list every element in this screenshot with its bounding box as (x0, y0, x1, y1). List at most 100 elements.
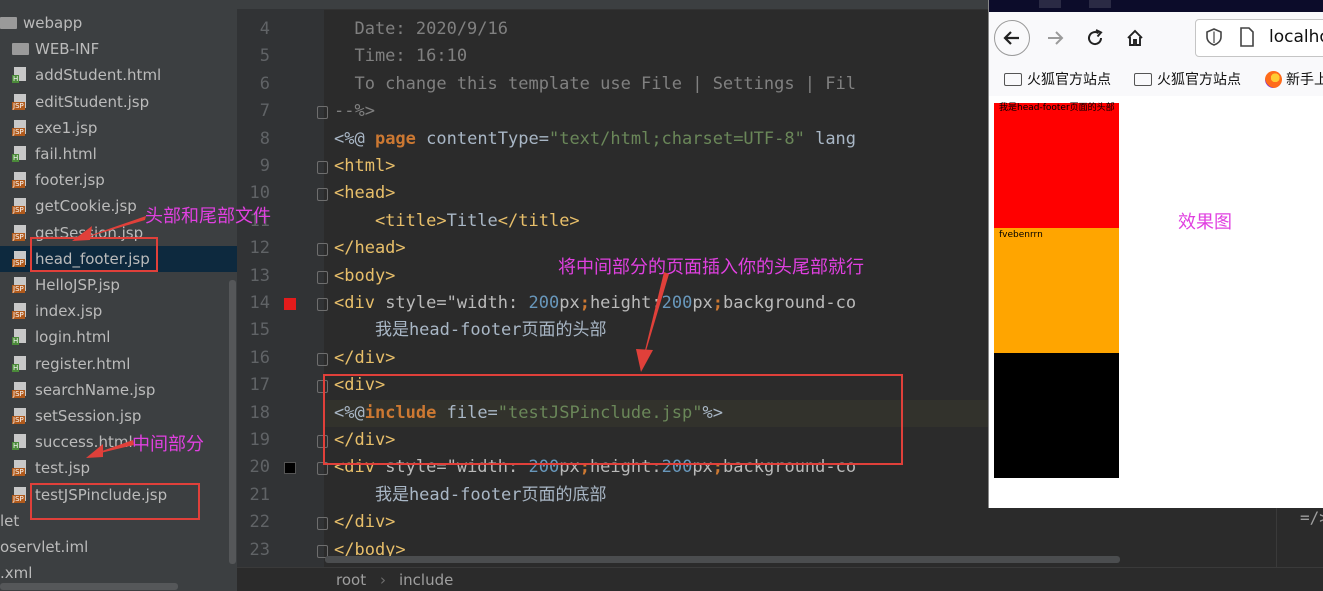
code-line[interactable]: <title>Title</title> (334, 208, 580, 235)
fold-marker-icon[interactable] (317, 517, 328, 531)
code-token: px (692, 293, 713, 313)
code-token: page (374, 128, 416, 149)
code-token: To change this template use File | Setti… (334, 73, 856, 94)
code-line[interactable]: 我是head-footer页面的头部 (334, 317, 607, 344)
color-swatch-black-icon (284, 462, 296, 474)
tree-horizontal-scrollbar[interactable] (0, 583, 178, 590)
right-code-text: =/> (1300, 508, 1323, 527)
code-line[interactable]: <body> (334, 263, 395, 290)
line-number: 21 (249, 484, 270, 505)
firefox-icon (1265, 70, 1282, 88)
code-token: Title (446, 210, 498, 231)
code-lines: 4 5 6 7 8 9 10 11 12 13 14 15 16 17 18 19 20 21 22 23 Date:… (0, 0, 988, 567)
bookmark-firefox-site-1[interactable]: 火狐官方站点 (1004, 69, 1111, 89)
line-number: 13 (249, 265, 270, 286)
code-token: </div> (334, 512, 396, 533)
code-token: <div (334, 293, 386, 313)
home-button[interactable] (1117, 20, 1153, 56)
page-header-block: 我是head-footer页面的头部 (994, 103, 1119, 228)
highlight-box-head-footer (30, 237, 158, 272)
code-token: ; (579, 293, 590, 313)
editor-horizontal-scrollbar[interactable] (325, 556, 1120, 563)
fold-marker-icon[interactable] (317, 352, 328, 366)
code-line[interactable]: </head> (334, 235, 406, 262)
folder-icon (1134, 72, 1152, 86)
line-number: 23 (249, 539, 270, 560)
back-button[interactable] (994, 20, 1030, 56)
annotation-head-footer: 头部和尾部文件 (145, 206, 271, 227)
breadcrumb-separator: › (380, 571, 386, 589)
breadcrumb-root[interactable]: root (336, 571, 366, 589)
fold-marker-icon[interactable] (317, 298, 328, 311)
folder-icon (1004, 72, 1022, 86)
shield-icon[interactable] (1205, 28, 1223, 46)
home-icon (1127, 29, 1143, 46)
screenshot: webapp WEB-INF HaddStudent.html JSP editStud… (0, 0, 1323, 591)
code-token: <head> (334, 183, 396, 204)
code-token: Time: 16:10 (334, 46, 468, 67)
code-token: </title> (497, 210, 580, 231)
code-line[interactable]: Time: 16:10 (334, 43, 467, 70)
line-number: 7 (259, 101, 270, 122)
code-token: </head> (334, 238, 406, 259)
bookmark-label: 火狐官方站点 (1027, 72, 1111, 88)
header-text: 我是head-footer页面的头部 (999, 103, 1115, 113)
code-token: <%@ (334, 128, 375, 149)
line-number: 20 (249, 457, 270, 478)
middle-text: fvebenrrn (999, 230, 1043, 240)
line-number: 12 (249, 238, 270, 259)
fold-marker-icon[interactable] (317, 270, 328, 284)
line-number: 9 (259, 156, 270, 176)
browser-window: localho 火狐官方站点 火狐官方站点 新手上 我是head-footer页… (988, 0, 1323, 508)
line-number: 18 (249, 402, 270, 423)
annotation-result: 效果图 (1178, 212, 1232, 233)
code-line[interactable]: --%> (334, 98, 375, 125)
line-number: 17 (249, 375, 270, 396)
line-number: 8 (259, 128, 270, 149)
back-arrow-icon (1003, 31, 1019, 45)
code-token: style="width: (385, 293, 529, 313)
code-token: lang (804, 128, 857, 149)
code-line[interactable]: 我是head-footer页面的底部 (334, 482, 607, 509)
page-middle-block: fvebenrrn (994, 228, 1119, 353)
code-line[interactable]: <%@ page contentType="text/html;charset=… (334, 126, 856, 153)
line-number: 22 (249, 512, 270, 533)
page-icon (1240, 27, 1254, 47)
code-token: 200 (661, 293, 693, 313)
bookmark-newbie[interactable]: 新手上 (1265, 69, 1323, 89)
annotation-middle: 中间部分 (132, 434, 204, 455)
code-token: "text/html;charset=UTF-8" (548, 128, 805, 149)
code-line[interactable]: <div style="width: 200px;height:200px;ba… (334, 290, 856, 317)
reload-icon (1088, 29, 1103, 46)
line-number: 5 (259, 46, 270, 67)
fold-marker-icon[interactable] (317, 106, 328, 120)
forward-button[interactable] (1037, 20, 1073, 56)
code-line[interactable]: To change this template use File | Setti… (334, 71, 856, 98)
code-token: <html> (334, 156, 396, 176)
code-token: height: (589, 293, 662, 313)
page-footer-block (994, 353, 1119, 478)
code-token: </div> (334, 347, 396, 368)
code-line[interactable]: <head> (334, 180, 395, 207)
code-token: Date: 2020/9/16 (334, 19, 508, 39)
code-line[interactable]: <html> (334, 153, 395, 180)
forward-arrow-icon (1048, 31, 1064, 45)
reload-button[interactable] (1077, 20, 1113, 56)
code-token: 我是head-footer页面的头部 (334, 320, 607, 341)
code-token: background-co (723, 293, 857, 313)
line-number: 19 (249, 430, 270, 450)
bookmark-firefox-site-2[interactable]: 火狐官方站点 (1134, 69, 1241, 89)
code-token: 200 (528, 293, 560, 313)
color-swatch-red-icon (284, 298, 296, 310)
line-number: 4 (259, 19, 270, 39)
fold-marker-icon[interactable] (317, 243, 328, 257)
code-line[interactable]: Date: 2020/9/16 (334, 16, 508, 43)
breadcrumb-include[interactable]: include (399, 571, 453, 589)
fold-marker-icon[interactable] (317, 161, 328, 174)
line-number: 6 (259, 73, 270, 94)
code-line[interactable]: </div> (334, 509, 395, 536)
url-text[interactable]: localho (1269, 27, 1323, 47)
fold-marker-icon[interactable] (317, 188, 328, 202)
code-token: ; (712, 293, 724, 313)
code-line[interactable]: </div> (334, 345, 395, 372)
